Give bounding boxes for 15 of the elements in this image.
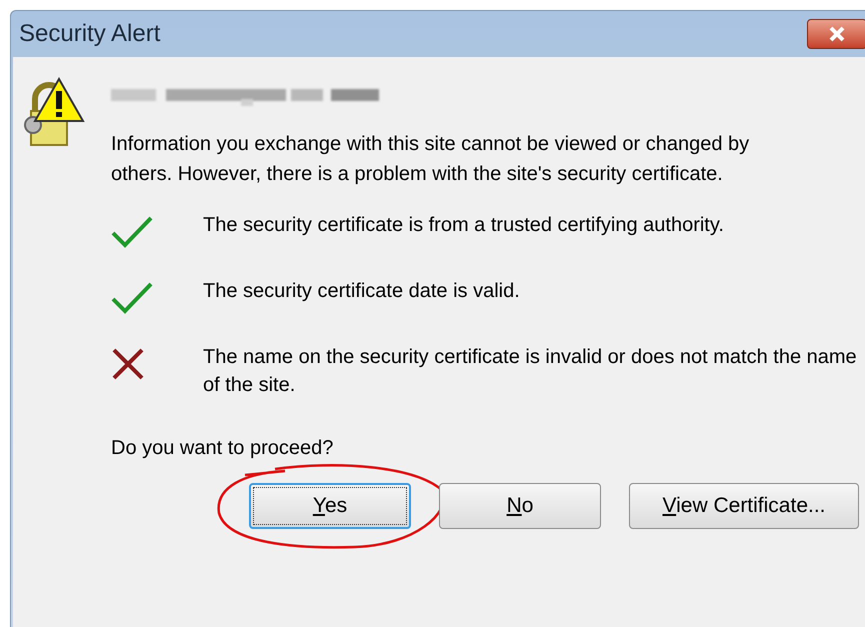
dialog-button[interactable]: View Certificate... — [629, 483, 859, 529]
window-title: Security Alert — [19, 19, 160, 49]
lock-warning-icon — [23, 77, 85, 147]
cross-icon — [111, 347, 145, 381]
check-result-text: The security certificate date is valid. — [203, 279, 521, 304]
dialog-button[interactable]: Yes — [249, 483, 411, 529]
check-icon — [111, 281, 153, 315]
check-result-text: The security certificate is from a trusted certifying authority. — [203, 213, 725, 238]
close-icon — [828, 26, 846, 42]
close-button[interactable] — [807, 19, 865, 49]
warning-message: Information you exchange with this site cannot be viewed or changed by others. However, there is a problem with the site's security certificate. — [111, 132, 750, 187]
dialog-button[interactable]: No — [439, 483, 601, 529]
check-icon — [111, 215, 153, 249]
check-result-text: The name on the security certificate is invalid or does not match the name of the site. — [203, 345, 858, 398]
question-text: Do you want to proceed? — [111, 436, 334, 461]
